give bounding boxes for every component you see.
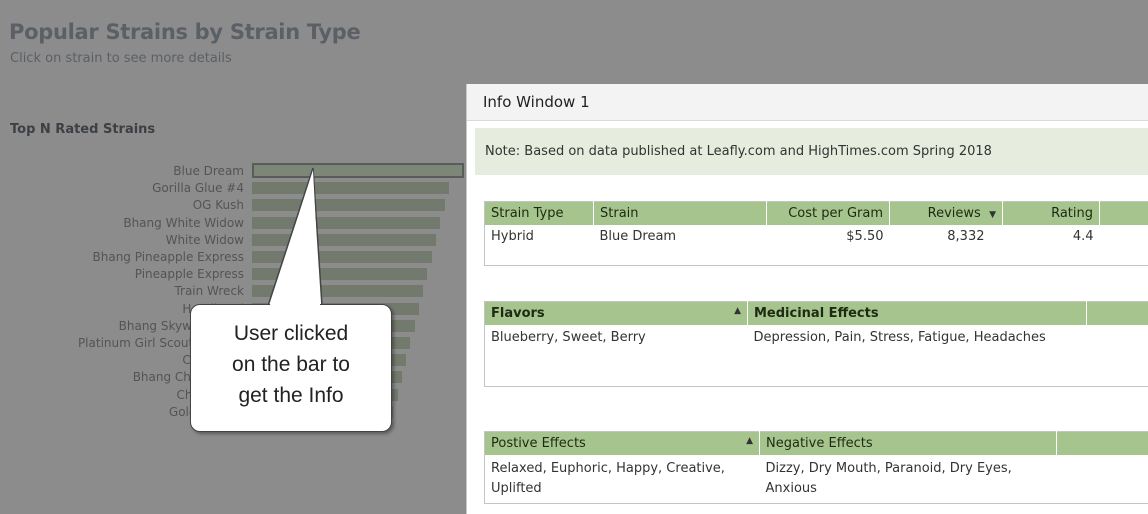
- col-reviews[interactable]: Reviews ▼: [889, 201, 1003, 225]
- cell-negative-effects: Dizzy, Dry Mouth, Paranoid, Dry Eyes, An…: [765, 461, 1012, 496]
- dashboard-subtitle: Click on strain to see more details: [10, 51, 232, 66]
- table-row: Hybrid Blue Dream $5.50 8,332 4.4: [485, 225, 1148, 266]
- strain-bar[interactable]: [252, 182, 449, 195]
- info-window[interactable]: Info Window 1 Note: Based on data publis…: [466, 84, 1148, 514]
- strain-summary-table: Strain Type Strain Cost per Gram Reviews…: [484, 201, 1148, 266]
- cell-strain-type: Hybrid: [491, 229, 534, 244]
- strain-label: Blue Dream: [173, 164, 244, 178]
- cell-filler: [1057, 455, 1148, 504]
- dashboard-title: Popular Strains by Strain Type: [9, 20, 361, 44]
- cell-rating: 4.4: [1072, 229, 1094, 244]
- col-filler: [1086, 301, 1148, 325]
- col-flavors-label: Flavors: [491, 306, 545, 321]
- callout-line: User clicked: [233, 322, 349, 345]
- effects-table: Postive Effects ▲ Negative Effects Relaxe…: [484, 431, 1148, 504]
- strain-bar[interactable]: [252, 216, 440, 229]
- col-filler: [1056, 431, 1148, 455]
- col-reviews-label: Reviews: [927, 206, 981, 221]
- cell-positive-effects: Relaxed, Euphoric, Happy, Creative, Upli…: [491, 461, 725, 496]
- section-title: Top N Rated Strains: [10, 122, 156, 137]
- cell-filler: [1100, 225, 1148, 266]
- strain-row[interactable]: Gorilla Glue #4: [0, 180, 460, 197]
- cell-cost: $5.50: [846, 229, 884, 244]
- cell-strain: Blue Dream: [599, 229, 677, 244]
- sort-ascending-icon[interactable]: ▲: [746, 436, 753, 446]
- strain-bar[interactable]: [252, 285, 423, 298]
- strain-row[interactable]: Bhang Pineapple Express: [0, 249, 460, 266]
- col-medicinal-effects[interactable]: Medicinal Effects: [747, 301, 1087, 325]
- callout-text: User clicked on the bar to get the Info: [191, 318, 391, 411]
- info-window-title[interactable]: Info Window 1: [467, 84, 1148, 121]
- sort-descending-icon[interactable]: ▼: [989, 210, 996, 220]
- strain-row[interactable]: Pineapple Express: [0, 266, 460, 283]
- callout-line: on the bar to: [232, 353, 350, 376]
- strain-label: Pineapple Express: [134, 267, 244, 282]
- flavors-table: Flavors ▲ Medicinal Effects Blueberry, Sw…: [484, 301, 1148, 387]
- col-flavors[interactable]: Flavors ▲: [484, 301, 748, 325]
- col-cost-per-gram[interactable]: Cost per Gram: [766, 201, 890, 225]
- col-strain-type[interactable]: Strain Type: [484, 201, 594, 225]
- strain-row[interactable]: OG Kush: [0, 197, 460, 214]
- table-row: Relaxed, Euphoric, Happy, Creative, Upli…: [485, 455, 1148, 504]
- strain-label: White Widow: [165, 232, 244, 247]
- strain-row[interactable]: Bhang White Widow: [0, 215, 460, 232]
- strain-row[interactable]: Train Wreck: [0, 283, 460, 300]
- callout-box: User clicked on the bar to get the Info: [190, 304, 392, 432]
- col-negative-effects[interactable]: Negative Effects: [759, 431, 1057, 455]
- col-rating[interactable]: Rating: [1002, 201, 1100, 225]
- cell-filler: [1087, 325, 1148, 387]
- strain-label: Bhang Pineapple Express: [92, 250, 245, 264]
- strain-bar[interactable]: [252, 233, 436, 246]
- col-strain[interactable]: Strain: [593, 201, 767, 225]
- table-row: Blueberry, Sweet, Berry Depression, Pain…: [485, 325, 1148, 387]
- strain-bar[interactable]: [252, 268, 427, 281]
- col-positive-effects[interactable]: Postive Effects ▲: [484, 431, 760, 455]
- strain-label: OG Kush: [192, 198, 244, 213]
- sort-ascending-icon[interactable]: ▲: [734, 306, 741, 316]
- callout-line: get the Info: [238, 384, 344, 407]
- col-filler: [1099, 201, 1148, 225]
- info-note: Note: Based on data published at Leafly.…: [475, 128, 1148, 175]
- strain-label: Train Wreck: [174, 284, 244, 299]
- cell-flavors: Blueberry, Sweet, Berry: [491, 330, 646, 345]
- strain-row[interactable]: Blue Dream: [0, 163, 464, 180]
- strain-row[interactable]: White Widow: [0, 232, 460, 249]
- col-positive-effects-label: Postive Effects: [491, 436, 586, 451]
- cell-reviews: 8,332: [947, 229, 985, 244]
- strain-label: Bhang White Widow: [123, 215, 244, 230]
- strain-bar[interactable]: [252, 163, 464, 178]
- cell-medicinal-effects: Depression, Pain, Stress, Fatigue, Heada…: [753, 330, 1046, 345]
- strain-bar[interactable]: [252, 251, 432, 263]
- strain-bar[interactable]: [252, 199, 445, 212]
- strain-label: Gorilla Glue #4: [152, 181, 244, 196]
